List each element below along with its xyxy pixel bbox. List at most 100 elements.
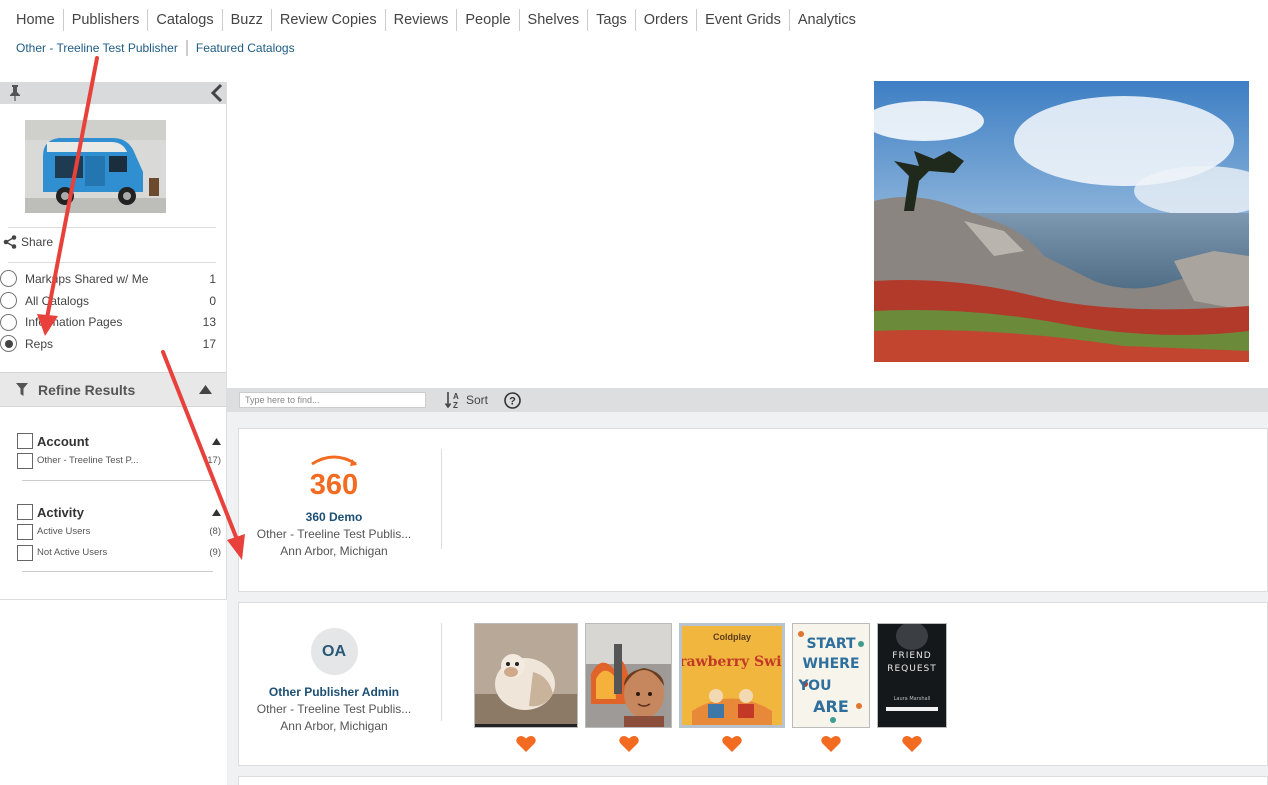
nav-reviews[interactable]: Reviews xyxy=(384,9,457,31)
rep-card-partial xyxy=(238,776,1268,785)
rep-organization: Other - Treeline Test Publis... xyxy=(256,527,412,541)
view-reps[interactable]: Reps 17 xyxy=(0,333,216,355)
radio-button[interactable] xyxy=(0,270,17,288)
nav-review-copies[interactable]: Review Copies xyxy=(270,9,385,31)
nav-people[interactable]: People xyxy=(456,9,518,31)
nav-event-grids[interactable]: Event Grids xyxy=(696,9,789,31)
checkbox[interactable] xyxy=(17,433,33,449)
facet-divider xyxy=(22,480,213,481)
svg-text:ARE: ARE xyxy=(813,697,849,716)
rep-name[interactable]: 360 Demo xyxy=(239,510,429,524)
svg-text:Z: Z xyxy=(453,401,458,409)
nav-tags[interactable]: Tags xyxy=(587,9,635,31)
radio-button-selected[interactable] xyxy=(0,335,17,353)
view-all-catalogs[interactable]: All Catalogs 0 xyxy=(0,290,216,312)
radio-button[interactable] xyxy=(0,292,17,310)
svg-text:Laura Marshall: Laura Marshall xyxy=(894,696,931,702)
sort-az-icon: A Z xyxy=(445,392,459,409)
collapse-triangle-icon[interactable] xyxy=(199,385,212,394)
rep-organization: Other - Treeline Test Publis... xyxy=(256,702,412,716)
svg-text:START: START xyxy=(806,636,856,652)
radio-button[interactable] xyxy=(0,313,17,331)
checkbox[interactable] xyxy=(17,523,33,540)
sidebar-divider xyxy=(8,262,216,263)
rep-card: 360 360 Demo Other - Treeline Test Publi… xyxy=(238,428,1268,592)
rep-card: OA Other Publisher Admin Other - Treelin… xyxy=(238,602,1268,766)
favorite-heart-icon[interactable] xyxy=(821,735,841,752)
svg-text:?: ? xyxy=(509,395,516,407)
results-toolbar: A Z Sort ? xyxy=(227,388,1268,412)
rep-avatar[interactable]: OA xyxy=(310,628,358,675)
checkbox[interactable] xyxy=(17,544,33,561)
svg-text:REQUEST: REQUEST xyxy=(887,664,937,674)
logo-360-icon: 360 xyxy=(310,455,358,501)
card-divider xyxy=(441,623,442,721)
facet-option[interactable]: Active Users (8) xyxy=(17,521,221,542)
book-cover[interactable]: Coldplay Strawberry Swing xyxy=(679,623,785,728)
svg-text:Coldplay: Coldplay xyxy=(713,632,751,642)
nav-analytics[interactable]: Analytics xyxy=(788,9,864,31)
collapse-sidebar-icon[interactable] xyxy=(210,83,224,103)
book-item: Coldplay Strawberry Swing xyxy=(679,623,785,752)
sort-label: Sort xyxy=(466,393,489,407)
collapse-triangle-icon[interactable] xyxy=(212,508,221,516)
svg-text:WHERE: WHERE xyxy=(802,656,859,672)
nav-buzz[interactable]: Buzz xyxy=(221,9,271,31)
favorite-heart-icon[interactable] xyxy=(722,735,742,752)
svg-text:YOU: YOU xyxy=(798,678,832,694)
share-icon xyxy=(3,235,17,249)
rep-name[interactable]: Other Publisher Admin xyxy=(239,685,429,699)
checkbox[interactable] xyxy=(17,452,33,469)
rep-location: Ann Arbor, Michigan xyxy=(280,544,388,558)
pin-icon[interactable] xyxy=(9,85,21,101)
book-item: FRIEND REQUEST Laura Marshall Friend Req… xyxy=(877,623,947,752)
sidebar-divider xyxy=(8,227,216,228)
filter-icon xyxy=(16,383,28,396)
breadcrumb-featured-catalogs[interactable]: Featured Catalogs xyxy=(185,40,303,56)
card-divider xyxy=(441,449,442,549)
share-button[interactable]: Share xyxy=(3,235,53,249)
favorite-heart-icon[interactable] xyxy=(618,735,639,752)
refine-results-title: Refine Results xyxy=(38,381,136,398)
facet-option[interactable]: Other - Treeline Test P... (17) xyxy=(17,450,221,471)
book-cover[interactable] xyxy=(474,623,578,728)
favorite-heart-icon[interactable] xyxy=(902,735,922,752)
nav-publishers[interactable]: Publishers xyxy=(62,9,148,31)
facet-activity: Activity Active Users (8) Not Active Use… xyxy=(17,503,221,563)
book-item xyxy=(585,623,672,752)
facet-account-header[interactable]: Account xyxy=(17,432,221,450)
facet-account: Account Other - Treeline Test P... (17) xyxy=(17,432,221,471)
view-markups-shared[interactable]: Markups Shared w/ Me 1 xyxy=(0,268,216,290)
book-item xyxy=(474,623,578,752)
nav-orders[interactable]: Orders xyxy=(634,9,696,31)
book-cover[interactable]: FRIEND REQUEST Laura Marshall Friend Req… xyxy=(877,623,947,728)
svg-text:360: 360 xyxy=(310,469,358,501)
checkbox[interactable] xyxy=(17,504,33,520)
collapse-triangle-icon[interactable] xyxy=(212,437,221,445)
facet-option[interactable]: Not Active Users (9) xyxy=(17,542,221,563)
help-icon[interactable]: ? xyxy=(504,391,521,409)
sort-button[interactable]: A Z Sort xyxy=(445,391,488,409)
book-cover[interactable] xyxy=(585,623,672,728)
nav-home[interactable]: Home xyxy=(8,9,63,31)
nav-catalogs[interactable]: Catalogs xyxy=(147,9,221,31)
book-item: Start Where You Are START WHERE YOU ARE xyxy=(792,623,870,752)
breadcrumb-publisher[interactable]: Other - Treeline Test Publisher xyxy=(8,40,186,56)
rep-identity: OA Other Publisher Admin Other - Treelin… xyxy=(239,628,429,733)
publisher-profile-image xyxy=(25,120,166,213)
find-input[interactable] xyxy=(239,392,426,408)
facet-activity-header[interactable]: Activity xyxy=(17,503,221,521)
svg-text:Strawberry Swing: Strawberry Swing xyxy=(682,654,782,670)
breadcrumb: Other - Treeline Test Publisher Featured… xyxy=(8,40,303,56)
rep-logo-360[interactable]: 360 xyxy=(239,454,429,504)
view-information-pages[interactable]: Information Pages 13 xyxy=(0,311,216,333)
nav-shelves[interactable]: Shelves xyxy=(518,9,588,31)
featured-hero-image xyxy=(874,81,1249,362)
book-cover[interactable]: Start Where You Are START WHERE YOU ARE xyxy=(792,623,870,728)
favorite-heart-icon[interactable] xyxy=(516,735,536,752)
book-shelf: Coldplay Strawberry Swing xyxy=(474,623,947,752)
facet-divider xyxy=(22,571,213,572)
share-label: Share xyxy=(21,235,54,249)
refine-results-header[interactable]: Refine Results xyxy=(0,372,226,407)
top-navigation: Home Publishers Catalogs Buzz Review Cop… xyxy=(8,8,864,32)
